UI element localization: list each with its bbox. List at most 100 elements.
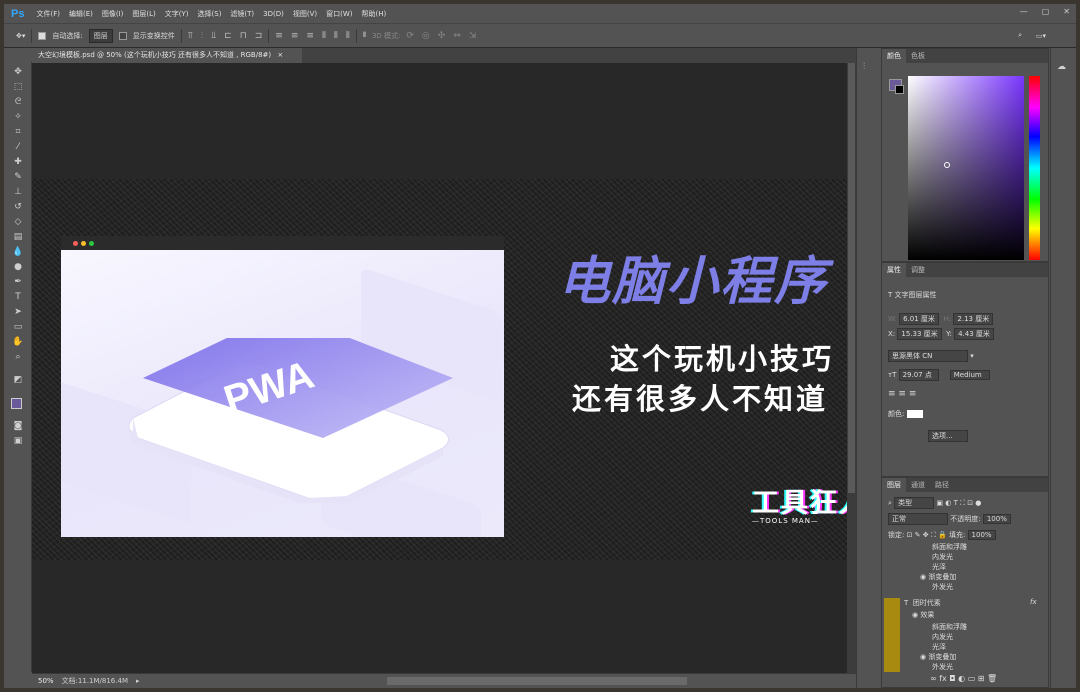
visibility-eye-icon[interactable]: ◉ [912, 611, 918, 619]
zoom-tool-icon[interactable]: ⌕ [11, 351, 25, 364]
artboard[interactable]: PWA 电脑小程序 这个玩机小技巧 还有很多人不知道 工具狂人 —TOOLS M… [32, 179, 847, 560]
menu-edit[interactable]: 编辑(E) [69, 9, 93, 19]
crop-tool-icon[interactable]: ⌗ [11, 126, 25, 139]
history-brush-icon[interactable]: ↺ [11, 201, 25, 214]
default-colors-icon[interactable]: ◩ [11, 374, 25, 387]
move-tool-icon[interactable]: ✥ [11, 66, 25, 79]
align-left-text-icon[interactable]: ≡ [888, 389, 896, 399]
blend-mode-select[interactable]: 正常 [888, 513, 948, 525]
dodge-tool-icon[interactable]: ● [11, 261, 25, 274]
menu-image[interactable]: 图像(I) [102, 9, 124, 19]
tab-layers[interactable]: 图层 [882, 478, 906, 492]
cloud-icon[interactable]: ☁ [1057, 62, 1066, 72]
3d-scale-icon[interactable]: ⇲ [469, 31, 477, 41]
visibility-eye-icon[interactable]: ◉ [920, 653, 926, 661]
vertical-scrollbar[interactable] [847, 63, 856, 673]
3d-roll-icon[interactable]: ◎ [422, 31, 430, 41]
menu-select[interactable]: 选择(S) [198, 9, 222, 19]
canvas-area[interactable]: PWA 电脑小程序 这个玩机小技巧 还有很多人不知道 工具狂人 —TOOLS M… [32, 63, 847, 673]
status-menu-icon[interactable]: ▸ [136, 677, 140, 685]
3d-pan-icon[interactable]: ✣ [438, 31, 446, 41]
minimize-button[interactable]: — [1020, 7, 1028, 16]
eyedropper-icon[interactable]: ⁄ [11, 141, 25, 154]
show-transform-checkbox[interactable] [118, 31, 127, 40]
menu-filter[interactable]: 滤镜(T) [230, 9, 254, 19]
vertical-scroll-thumb[interactable] [848, 63, 855, 493]
document-tab[interactable]: 大空幻境模板.psd @ 50% (这个玩机小技巧 还有很多人不知道 , RGB… [32, 48, 302, 63]
menu-type[interactable]: 文字(Y) [165, 9, 189, 19]
align-left-icon[interactable]: ⊏ [224, 31, 232, 41]
stamp-tool-icon[interactable]: ⊥ [11, 186, 25, 199]
pen-tool-icon[interactable]: ✒ [11, 276, 25, 289]
align-middle-icon[interactable]: ⫶ [201, 31, 203, 41]
w-field[interactable]: 6.01 厘米 [899, 313, 940, 325]
fill-field[interactable]: 100% [967, 530, 996, 540]
align-right-icon[interactable]: ⊐ [255, 31, 263, 41]
hand-tool-icon[interactable]: ✋ [11, 336, 25, 349]
options-button[interactable]: 选项... [928, 430, 968, 442]
search-icon[interactable]: ⌕ [1018, 31, 1022, 40]
h-field[interactable]: 2.13 厘米 [953, 313, 994, 325]
healing-brush-icon[interactable]: ✚ [11, 156, 25, 169]
lock-icons[interactable]: ⊡ ✎ ✥ ⛶ 🔒 [907, 531, 947, 539]
distribute-left-icon[interactable]: ⦀ [322, 31, 326, 41]
menu-help[interactable]: 帮助(H) [362, 9, 387, 19]
maximize-button[interactable]: ▢ [1042, 7, 1050, 16]
align-icons[interactable]: ⫪ ⫶ ⫫ ⊏ ⊓ ⊐ [188, 31, 263, 41]
distribute-bottom-icon[interactable]: ≡ [306, 31, 314, 41]
workspace-icon[interactable]: ▭▾ [1036, 32, 1046, 40]
font-family-select[interactable]: 思源黑体 CN [888, 350, 968, 362]
visibility-eye-icon[interactable]: ◉ [920, 573, 926, 581]
subtitle-line-1[interactable]: 这个玩机小技巧 [610, 336, 834, 378]
lasso-tool-icon[interactable]: ᘓ [11, 96, 25, 109]
document-tab-close[interactable]: × [277, 51, 283, 59]
headline-text[interactable]: 电脑小程序 [558, 239, 828, 314]
auto-align-icon[interactable]: ⦀ [363, 31, 366, 40]
blur-tool-icon[interactable]: 💧 [11, 246, 25, 259]
tab-color[interactable]: 颜色 [882, 49, 906, 63]
font-size-field[interactable]: 29.07 点 [898, 369, 939, 381]
3d-slide-icon[interactable]: ⇔ [453, 31, 461, 41]
distribute-top-icon[interactable]: ≡ [275, 31, 283, 41]
align-top-icon[interactable]: ⫪ [188, 31, 193, 41]
type-tool-icon[interactable]: T [11, 291, 25, 304]
subtitle-line-2[interactable]: 还有很多人不知道 [572, 376, 828, 418]
distribute-right-icon[interactable]: ⦀ [346, 31, 350, 41]
tab-channels[interactable]: 通道 [906, 478, 930, 492]
zoom-level[interactable]: 50% [38, 677, 54, 685]
saturation-picker[interactable] [908, 76, 1024, 260]
move-tool-icon[interactable]: ✥▾ [16, 32, 25, 40]
auto-select-checkbox[interactable] [38, 31, 47, 40]
3d-mode-icons[interactable]: ⟳ ◎ ✣ ⇔ ⇲ [406, 31, 476, 41]
screen-mode-icon[interactable]: ▣ [11, 435, 25, 448]
opacity-field[interactable]: 100% [982, 514, 1011, 524]
align-center-icon[interactable]: ⊓ [240, 31, 247, 41]
align-bottom-icon[interactable]: ⫫ [211, 31, 216, 41]
hue-slider[interactable] [1029, 76, 1040, 260]
quick-mask-icon[interactable]: ◙ [11, 420, 25, 433]
layer-filter-select[interactable]: 类型 [894, 497, 935, 509]
auto-select-dropdown[interactable]: 图层 [88, 28, 113, 43]
brand-logo[interactable]: 工具狂人 [752, 481, 847, 520]
tab-swatches[interactable]: 色板 [906, 49, 930, 63]
text-color-swatch[interactable] [906, 410, 923, 418]
3d-orbit-icon[interactable]: ⟳ [406, 31, 414, 41]
x-field[interactable]: 15.33 厘米 [897, 328, 942, 340]
distribute-middle-icon[interactable]: ≡ [291, 31, 299, 41]
tab-paths[interactable]: 路径 [930, 478, 954, 492]
menu-layer[interactable]: 图层(L) [132, 9, 155, 19]
layer-row[interactable]: T 团时代素 fx [904, 598, 1072, 608]
font-weight-select[interactable]: Medium [949, 370, 990, 380]
gradient-tool-icon[interactable]: ▤ [11, 231, 25, 244]
menu-3d[interactable]: 3D(D) [263, 10, 284, 18]
align-right-text-icon[interactable]: ≡ [909, 389, 917, 399]
fx-badge[interactable]: fx [1030, 598, 1037, 606]
menu-window[interactable]: 窗口(W) [326, 9, 352, 19]
filter-icons[interactable]: ▣ ◐ T ⛶ ⊡ ● [936, 499, 981, 507]
brush-tool-icon[interactable]: ✎ [11, 171, 25, 184]
menu-view[interactable]: 视图(V) [293, 9, 317, 19]
marquee-tool-icon[interactable]: ⬚ [11, 81, 25, 94]
color-picker-handle[interactable] [944, 162, 950, 168]
align-center-text-icon[interactable]: ≡ [898, 389, 906, 399]
distribute-center-icon[interactable]: ⦀ [334, 31, 338, 41]
